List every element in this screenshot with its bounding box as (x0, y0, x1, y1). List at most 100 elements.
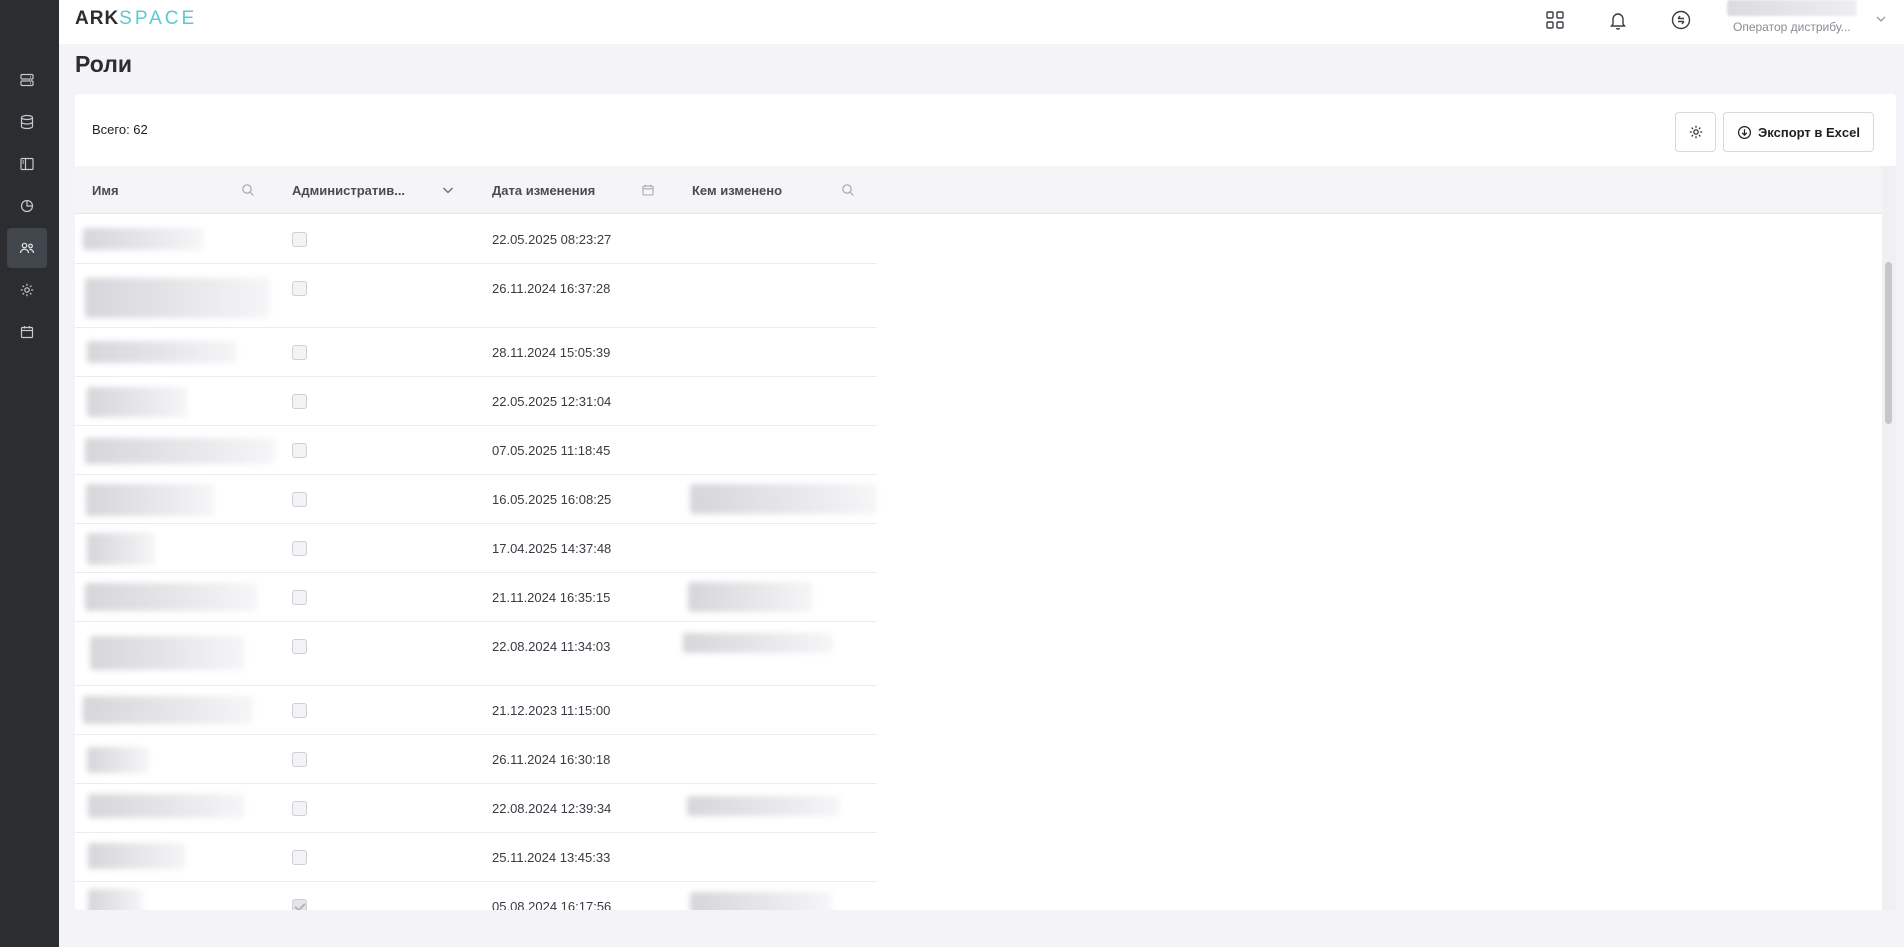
calendar-icon[interactable] (641, 183, 655, 197)
date-cell: 25.11.2024 13:45:33 (492, 850, 611, 865)
sync-icon (1671, 10, 1691, 30)
role-name-redacted (88, 889, 143, 910)
database-icon (20, 114, 34, 130)
user-role: Оператор дистрибу... (1733, 20, 1851, 34)
gear-icon (20, 283, 34, 297)
changed-by-redacted (690, 892, 832, 910)
date-cell: 21.12.2023 11:15:00 (492, 703, 611, 718)
sidebar-item-calendar[interactable] (7, 312, 47, 352)
changed-by-redacted (690, 484, 877, 514)
table-header: Имя Административ... Дата изменения Кем … (75, 166, 1882, 214)
table-row[interactable]: 22.08.2024 11:34:03 (75, 622, 877, 686)
date-cell: 26.11.2024 16:37:28 (492, 281, 611, 296)
top-bar: ARKSPACE Оператор дистрибу... (59, 0, 1904, 44)
table-row[interactable]: 26.11.2024 16:37:28 (75, 264, 877, 328)
admin-checkbox[interactable] (292, 703, 307, 718)
changed-by-redacted (687, 796, 840, 816)
table-settings-button[interactable] (1675, 112, 1716, 152)
date-cell: 16.05.2025 16:08:25 (492, 492, 612, 507)
role-name-redacted (87, 341, 237, 363)
table-scrollbar[interactable] (1882, 166, 1896, 910)
admin-checkbox[interactable] (292, 492, 307, 507)
date-cell: 05.08.2024 16:17:56 (492, 899, 612, 910)
date-cell: 07.05.2025 11:18:45 (492, 443, 611, 458)
sync-button[interactable] (1667, 6, 1695, 34)
date-cell: 22.08.2024 11:34:03 (492, 639, 611, 654)
logo-part-2: SPACE (119, 8, 198, 29)
role-name-redacted (85, 583, 257, 611)
admin-checkbox[interactable] (292, 443, 307, 458)
search-icon[interactable] (241, 183, 255, 197)
admin-checkbox[interactable] (292, 899, 307, 910)
gear-icon (1689, 125, 1702, 139)
column-header-changed-by[interactable]: Кем изменено (692, 166, 782, 214)
admin-checkbox[interactable] (292, 345, 307, 360)
admin-checkbox[interactable] (292, 590, 307, 605)
table-row[interactable]: 21.11.2024 16:35:15 (75, 573, 877, 622)
role-name-redacted (83, 228, 203, 250)
role-name-redacted (90, 636, 245, 670)
column-label: Административ... (292, 182, 406, 198)
date-cell: 26.11.2024 16:30:18 (492, 752, 611, 767)
column-header-admin[interactable]: Административ... (292, 166, 405, 214)
column-header-date[interactable]: Дата изменения (492, 166, 595, 214)
sidebar-item-reports[interactable] (7, 186, 47, 226)
admin-checkbox[interactable] (292, 639, 307, 654)
total-count: Всего: 62 (92, 122, 148, 137)
table-row[interactable]: 07.05.2025 11:18:45 (75, 426, 877, 475)
chevron-down-icon[interactable] (441, 183, 455, 197)
admin-checkbox[interactable] (292, 752, 307, 767)
date-cell: 17.04.2025 14:37:48 (492, 541, 612, 556)
admin-checkbox[interactable] (292, 850, 307, 865)
column-label: Кем изменено (692, 182, 783, 198)
apps-grid-icon (1546, 11, 1564, 29)
chevron-down-icon[interactable] (1874, 12, 1888, 26)
download-icon (1738, 125, 1752, 139)
role-name-redacted (87, 533, 155, 565)
table-row[interactable]: 17.04.2025 14:37:48 (75, 524, 877, 573)
table-row[interactable]: 25.11.2024 13:45:33 (75, 833, 877, 882)
sidebar-item-roles[interactable] (7, 228, 47, 268)
layout-icon (20, 157, 34, 171)
table-row[interactable]: 21.12.2023 11:15:00 (75, 686, 877, 735)
sidebar-item-settings[interactable] (7, 270, 47, 310)
column-label: Имя (92, 182, 119, 198)
export-excel-button[interactable]: Экспорт в Excel (1723, 112, 1874, 152)
sidebar-item-layout[interactable] (7, 144, 47, 184)
user-name[interactable] (1727, 0, 1857, 16)
brand-logo[interactable]: ARKSPACE (75, 8, 197, 30)
apps-button[interactable] (1541, 6, 1569, 34)
page-title: Роли (75, 51, 132, 77)
logo-part-1: ARK (75, 8, 120, 29)
date-cell: 22.08.2024 12:39:34 (492, 801, 612, 816)
table-row[interactable]: 26.11.2024 16:30:18 (75, 735, 877, 784)
table-row[interactable]: 05.08.2024 16:17:56 (75, 882, 877, 910)
admin-checkbox[interactable] (292, 394, 307, 409)
bell-icon (1610, 13, 1626, 30)
date-cell: 22.05.2025 08:23:27 (492, 232, 612, 247)
column-header-name[interactable]: Имя (92, 166, 119, 214)
users-icon (19, 242, 35, 254)
server-icon (20, 73, 34, 87)
table-row[interactable]: 22.05.2025 12:31:04 (75, 377, 877, 426)
role-name-redacted (87, 747, 149, 773)
sidebar-item-servers[interactable] (7, 60, 47, 100)
table-row[interactable]: 22.08.2024 12:39:34 (75, 784, 877, 833)
role-name-redacted (88, 794, 245, 818)
scrollbar-thumb[interactable] (1885, 262, 1892, 424)
admin-checkbox[interactable] (292, 801, 307, 816)
table-row[interactable]: 22.05.2025 08:23:27 (75, 215, 877, 264)
admin-checkbox[interactable] (292, 281, 307, 296)
role-name-redacted (88, 843, 186, 869)
date-cell: 21.11.2024 16:35:15 (492, 590, 611, 605)
search-icon[interactable] (841, 183, 855, 197)
table-row[interactable]: 16.05.2025 16:08:25 (75, 475, 877, 524)
table-body: 22.05.2025 08:23:27 26.11.2024 16:37:28 … (75, 215, 877, 910)
date-cell: 22.05.2025 12:31:04 (492, 394, 612, 409)
table-row[interactable]: 28.11.2024 15:05:39 (75, 328, 877, 377)
sidebar-item-database[interactable] (7, 102, 47, 142)
notifications-button[interactable] (1604, 6, 1632, 34)
admin-checkbox[interactable] (292, 232, 307, 247)
admin-checkbox[interactable] (292, 541, 307, 556)
role-name-redacted (86, 484, 214, 516)
